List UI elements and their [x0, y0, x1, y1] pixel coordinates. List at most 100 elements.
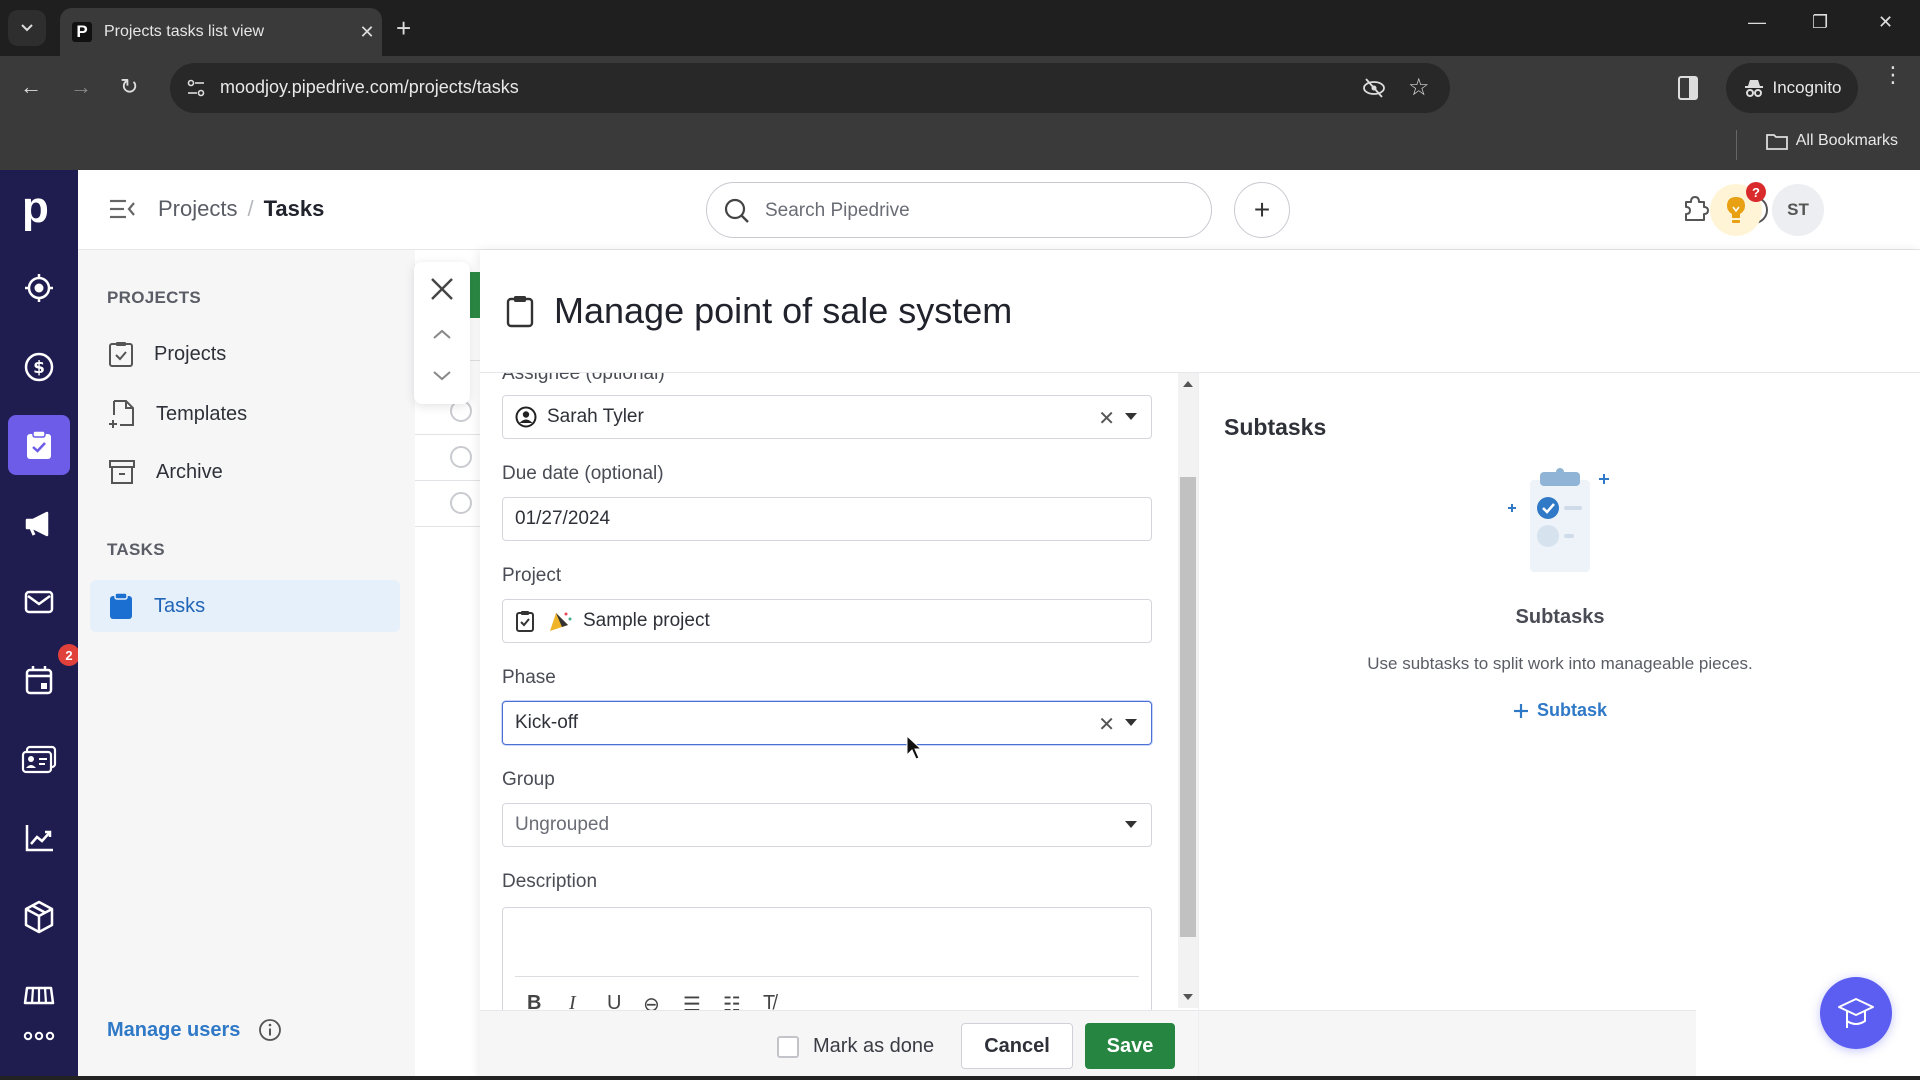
user-icon — [515, 406, 537, 428]
divider — [1198, 373, 1199, 1080]
rail-item-contacts[interactable] — [8, 730, 70, 790]
mouse-cursor-icon — [906, 735, 922, 760]
tab-search-button[interactable] — [8, 10, 46, 46]
chart-icon — [25, 825, 53, 852]
form-scrollbar[interactable] — [1178, 373, 1198, 1008]
pipedrive-logo[interactable]: p — [22, 186, 49, 230]
caret-down-icon[interactable] — [1125, 413, 1137, 420]
sidebar-item-archive[interactable]: Archive — [90, 446, 400, 498]
extensions-puzzle-icon[interactable] — [1680, 194, 1710, 224]
manage-users-label[interactable]: Manage users — [107, 1019, 240, 1042]
subtasks-illustration — [1508, 468, 1609, 572]
close-icon[interactable] — [429, 276, 455, 302]
browser-menu-icon[interactable]: ⋮ — [1882, 64, 1904, 86]
task-complete-toggle[interactable] — [450, 446, 472, 468]
breadcrumb-projects[interactable]: Projects — [158, 196, 237, 222]
box-icon — [24, 900, 54, 934]
all-bookmarks-label: All Bookmarks — [1795, 132, 1898, 149]
mark-as-done-checkbox[interactable]: Mark as done — [777, 1035, 934, 1058]
project-select[interactable]: Sample project — [502, 599, 1152, 643]
clear-icon[interactable]: ✕ — [1098, 712, 1115, 737]
sidebar-heading-tasks: TASKS — [107, 540, 165, 559]
all-bookmarks-button[interactable]: All Bookmarks — [1765, 132, 1898, 150]
window-close-icon[interactable]: ✕ — [1878, 12, 1893, 33]
due-date-value: 01/27/2024 — [515, 508, 611, 529]
group-value: Ungrouped — [515, 814, 610, 835]
quick-add-button[interactable]: + — [1234, 182, 1290, 238]
academy-help-button[interactable] — [1820, 977, 1892, 1049]
minimize-icon[interactable]: — — [1748, 12, 1766, 33]
save-button[interactable]: Save — [1085, 1023, 1175, 1069]
due-date-input[interactable]: 01/27/2024 — [502, 497, 1152, 541]
rail-item-projects[interactable] — [8, 415, 70, 475]
rail-item-mail[interactable] — [8, 572, 70, 632]
sidebar-item-projects[interactable]: Projects — [90, 328, 400, 380]
folder-icon — [1765, 134, 1788, 150]
rail-item-insights[interactable] — [8, 808, 70, 868]
chevron-up-icon[interactable] — [432, 328, 452, 340]
caret-down-icon[interactable] — [1125, 719, 1137, 726]
description-editor[interactable]: B I U ⊖ ☰ ☷ T̸ — [502, 907, 1152, 1013]
scroll-thumb[interactable] — [1180, 477, 1196, 937]
rail-item-products[interactable] — [8, 887, 70, 947]
side-panel-icon[interactable] — [1678, 76, 1698, 100]
rail-item-campaigns[interactable] — [8, 494, 70, 554]
search-input[interactable]: Search Pipedrive — [706, 182, 1212, 238]
bookmark-star-icon[interactable]: ☆ — [1408, 73, 1430, 102]
list-add-button-edge — [470, 272, 480, 318]
divider — [415, 434, 485, 435]
assignee-value: Sarah Tyler — [547, 406, 644, 427]
sidebar-item-label: Tasks — [154, 594, 206, 617]
rail-item-leads[interactable] — [8, 258, 70, 318]
project-label: Project — [502, 565, 562, 586]
breadcrumb-separator: / — [247, 196, 254, 221]
eye-off-icon[interactable] — [1362, 77, 1386, 99]
search-icon — [724, 198, 749, 223]
task-detail-panel: Manage point of sale system Assignee (op… — [480, 250, 1920, 1080]
assignee-select[interactable]: Sarah Tyler ✕ — [502, 395, 1152, 439]
user-avatar[interactable]: ST — [1772, 184, 1824, 236]
scroll-up-arrow[interactable] — [1183, 381, 1193, 387]
info-icon[interactable] — [258, 1018, 282, 1042]
add-subtask-button[interactable]: Subtask — [1510, 700, 1610, 721]
task-complete-toggle[interactable] — [450, 492, 472, 514]
cancel-button[interactable]: Cancel — [961, 1023, 1073, 1069]
site-settings-icon[interactable] — [186, 78, 206, 98]
archive-icon — [109, 460, 135, 484]
incognito-icon — [1744, 80, 1763, 97]
forward-icon[interactable]: → — [70, 74, 92, 100]
rail-item-more[interactable] — [8, 1016, 70, 1056]
restore-icon[interactable]: ❐ — [1812, 12, 1828, 33]
task-clipboard-icon — [506, 296, 534, 328]
caret-down-icon[interactable] — [1125, 821, 1137, 828]
scroll-down-arrow[interactable] — [1183, 994, 1193, 1000]
projects-sidebar: PROJECTS Projects Templates Archive TASK… — [78, 250, 415, 1080]
rail-item-deals[interactable]: $ — [8, 337, 70, 397]
lightbulb-icon — [1727, 197, 1745, 223]
divider — [415, 480, 485, 481]
chevron-down-icon[interactable] — [432, 370, 452, 382]
collapse-menu-icon — [110, 199, 135, 219]
rail-item-activities[interactable]: 2 — [8, 644, 80, 710]
browser-tab[interactable]: P Projects tasks list view ✕ — [60, 8, 382, 56]
sidebar-item-templates[interactable]: Templates — [90, 388, 400, 440]
checkbox[interactable] — [777, 1035, 799, 1058]
activities-badge: 2 — [58, 644, 80, 666]
phase-select[interactable]: Kick-off ✕ — [502, 701, 1152, 745]
task-title[interactable]: Manage point of sale system — [554, 290, 1012, 332]
back-icon[interactable]: ← — [20, 74, 42, 100]
group-select[interactable]: Ungrouped — [502, 803, 1152, 847]
incognito-indicator[interactable]: Incognito — [1726, 63, 1858, 113]
megaphone-icon — [25, 511, 49, 537]
manage-users-link[interactable]: Manage users — [107, 1018, 282, 1042]
sidebar-item-tasks[interactable]: Tasks — [90, 580, 400, 632]
clear-icon[interactable]: ✕ — [1098, 406, 1115, 431]
mail-icon — [24, 590, 54, 614]
tab-close-icon[interactable]: ✕ — [352, 22, 382, 43]
sidebar-toggle-button[interactable] — [108, 198, 136, 220]
address-bar[interactable]: moodjoy.pipedrive.com/projects/tasks ☆ — [170, 63, 1450, 113]
due-date-label: Due date (optional) — [502, 463, 664, 484]
browser-toolbar: ← → ↻ moodjoy.pipedrive.com/projects/tas… — [0, 56, 1920, 120]
reload-icon[interactable]: ↻ — [120, 74, 138, 100]
new-tab-button[interactable]: + — [396, 14, 411, 42]
